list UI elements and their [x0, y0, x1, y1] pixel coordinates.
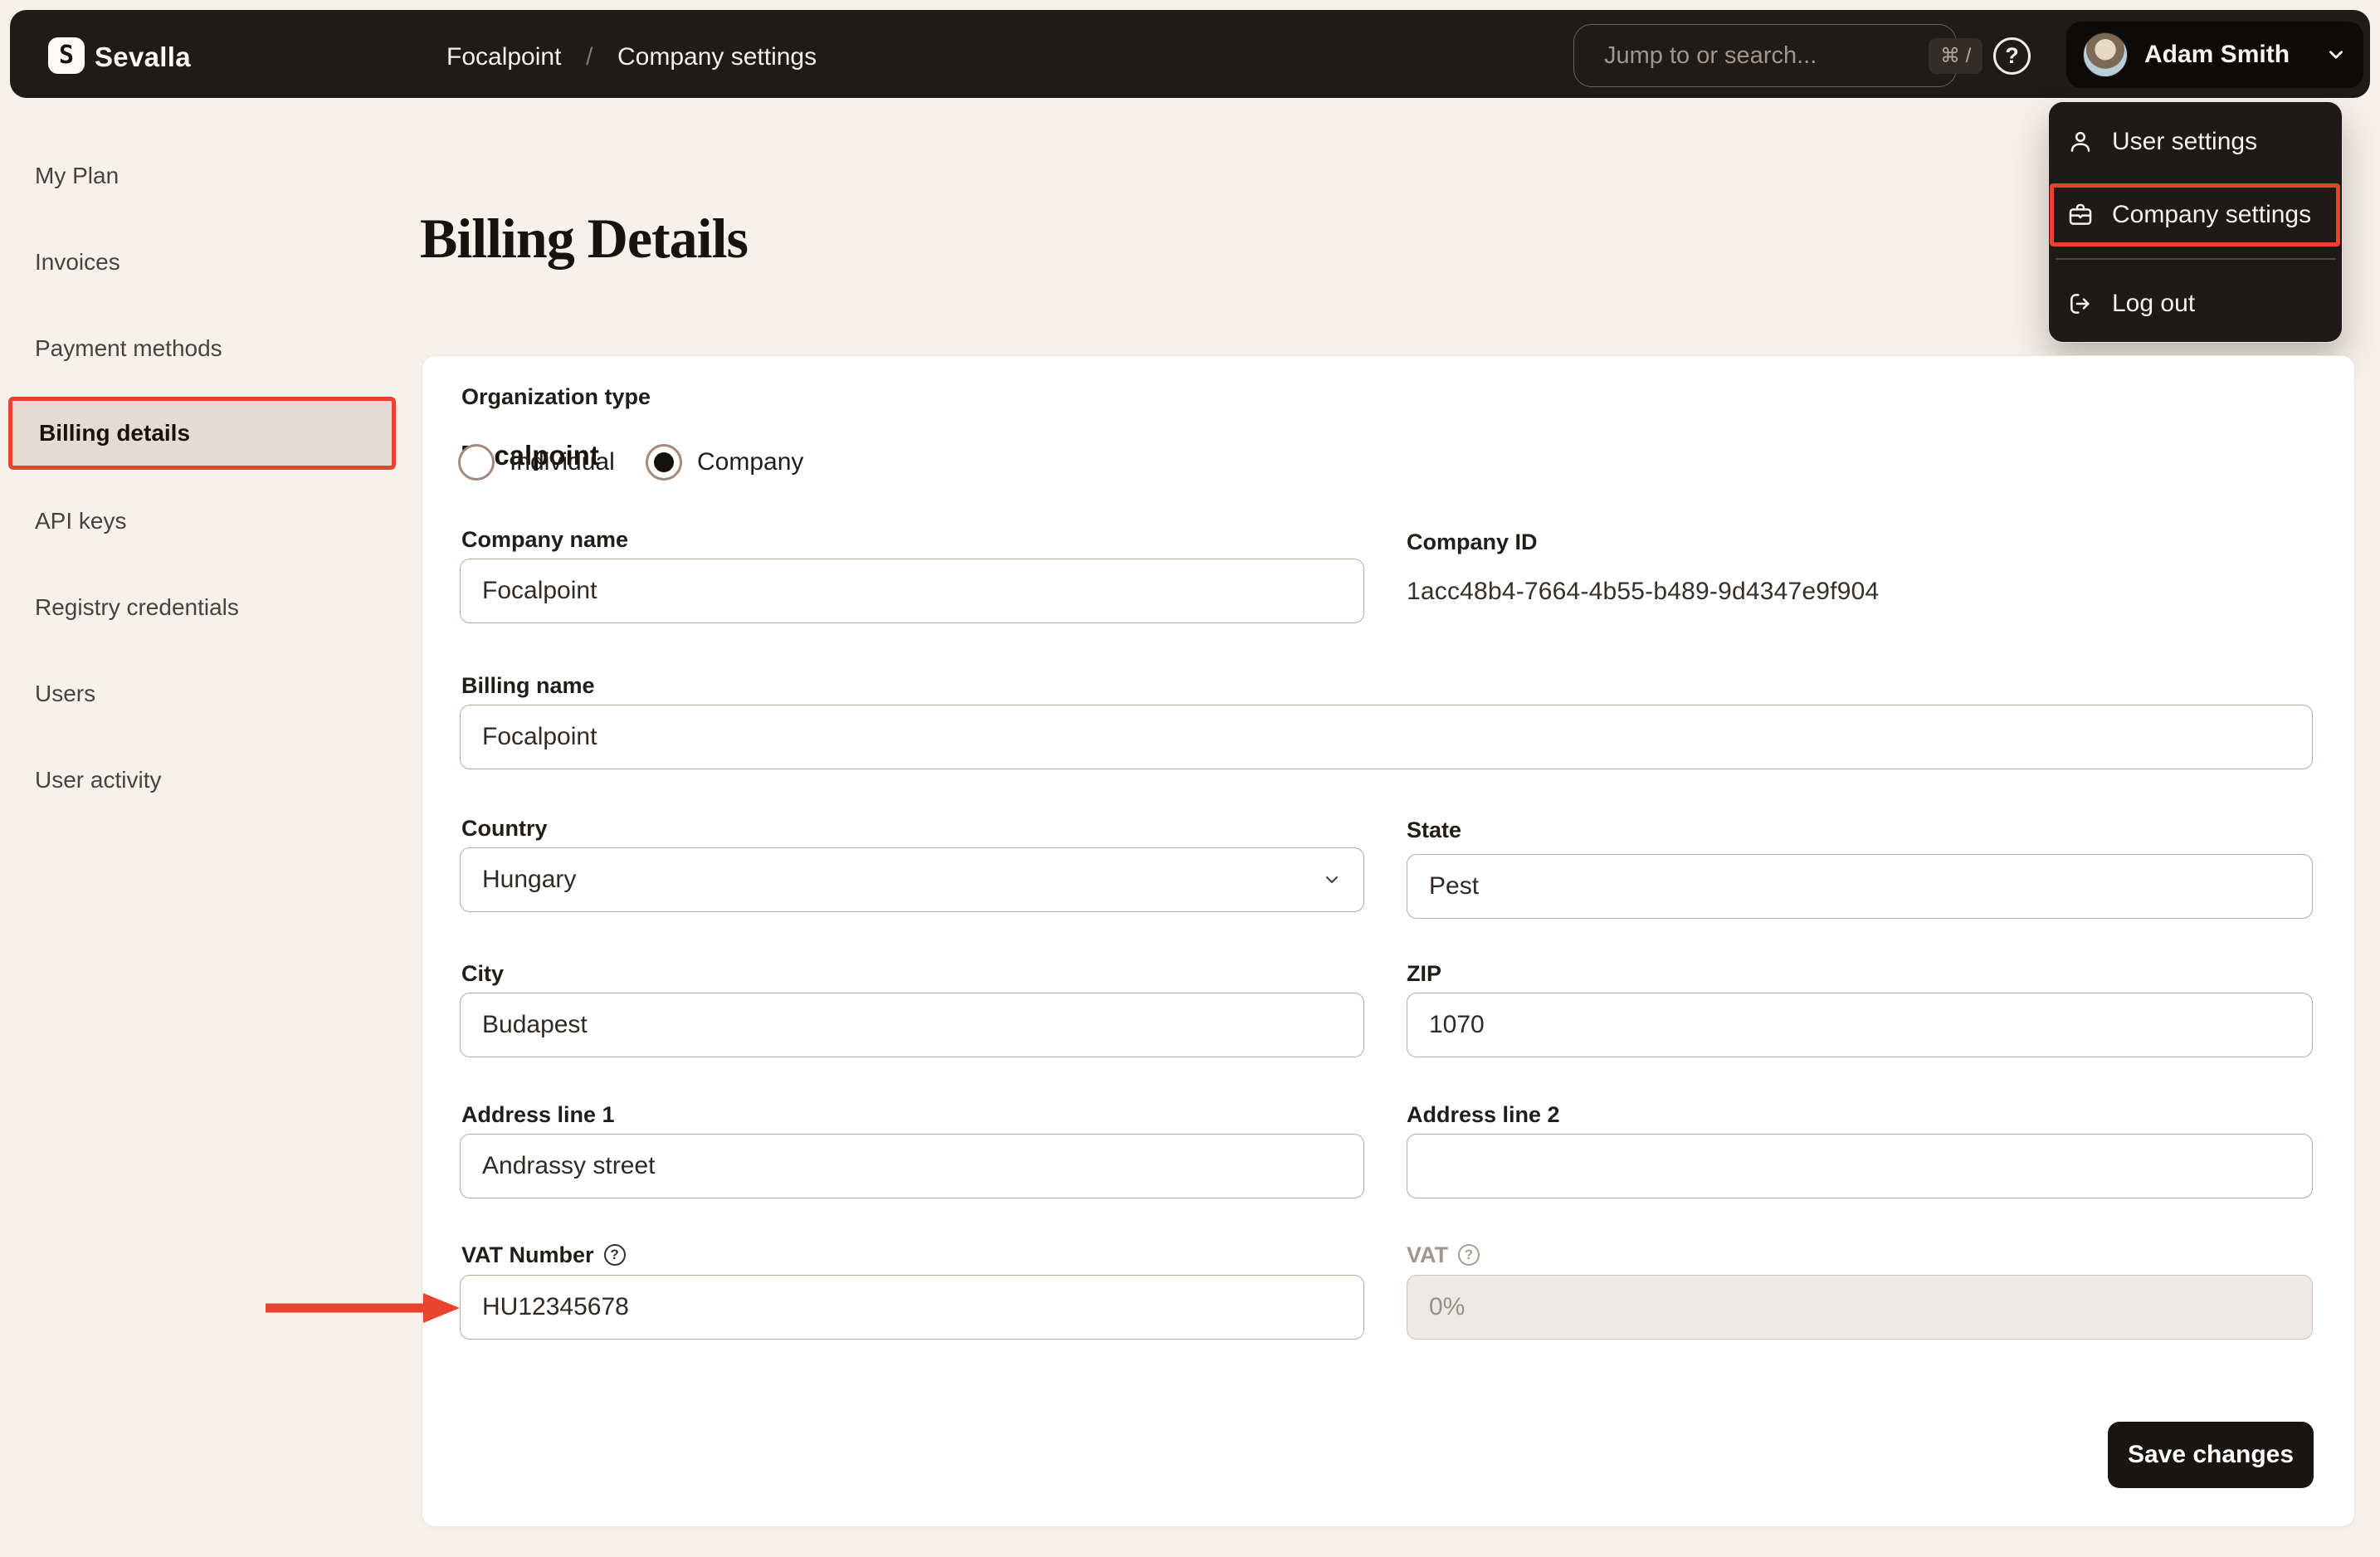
address-line-1-input[interactable]: [460, 1134, 1364, 1198]
help-glyph: ?: [2005, 43, 2019, 68]
global-search[interactable]: ⌘ /: [1573, 24, 1983, 87]
sidebar-item-label: Users: [35, 681, 96, 706]
vat-number-input[interactable]: [460, 1275, 1364, 1340]
zip-input[interactable]: [1407, 993, 2313, 1057]
save-changes-button[interactable]: Save changes: [2108, 1422, 2314, 1488]
menu-item-user-settings[interactable]: User settings: [2067, 122, 2324, 162]
country-label: Country: [461, 815, 548, 841]
billing-details-card: [422, 355, 2355, 1527]
sidebar-item-label: Billing details: [39, 420, 191, 446]
sidebar-item-label: Payment methods: [35, 335, 222, 361]
state-label: State: [1407, 817, 1462, 842]
vat-label-text: VAT: [1407, 1242, 1448, 1267]
country-selected-value: Hungary: [482, 866, 577, 893]
company-name-label: Company name: [461, 526, 629, 552]
menu-item-log-out[interactable]: Log out: [2067, 284, 2324, 324]
user-name: Adam Smith: [2144, 41, 2290, 68]
city-input[interactable]: [460, 993, 1364, 1057]
company-name-input[interactable]: [460, 559, 1364, 623]
help-button[interactable]: ?: [1993, 37, 2031, 75]
page-title: Billing Details: [420, 207, 749, 270]
top-bar: S Sevalla Focalpoint / Company settings …: [10, 10, 2370, 98]
sidebar-item-billing-details[interactable]: Billing details: [8, 397, 396, 470]
sidebar-item-label: Registry credentials: [35, 594, 239, 620]
radio-selected-dot: [654, 452, 674, 472]
sidebar-item-label: My Plan: [35, 163, 119, 188]
sidebar-item-invoices[interactable]: Invoices: [35, 244, 383, 281]
menu-item-label: User settings: [2112, 128, 2258, 155]
menu-divider: [2056, 258, 2336, 260]
company-id-label: Company ID: [1407, 529, 1538, 554]
radio-circle-individual[interactable]: [458, 444, 495, 481]
radio-circle-company[interactable]: [646, 444, 682, 481]
radio-company[interactable]: Company: [646, 444, 803, 481]
address-line-2-label: Address line 2: [1407, 1101, 1560, 1127]
breadcrumb-org[interactable]: Focalpoint: [446, 43, 561, 71]
vat-number-help-icon[interactable]: ?: [603, 1244, 626, 1266]
sidebar-item-label: API keys: [35, 508, 127, 534]
address-line-1-label: Address line 1: [461, 1101, 615, 1127]
radio-label: Company: [697, 448, 804, 476]
vat-number-label: VAT Number ?: [461, 1240, 626, 1270]
vat-help-icon[interactable]: ?: [1458, 1244, 1480, 1266]
logout-icon: [2070, 294, 2090, 314]
radio-label: Individual: [510, 448, 615, 476]
sidebar-item-user-activity[interactable]: User activity: [35, 762, 383, 798]
sidebar-item-registry-credentials[interactable]: Registry credentials: [35, 589, 383, 626]
search-shortcut-badge: ⌘ /: [1929, 37, 1983, 74]
sidebar-item-label: Invoices: [35, 249, 120, 275]
radio-individual[interactable]: Individual: [458, 444, 615, 481]
vat-number-label-text: VAT Number: [461, 1242, 594, 1267]
search-input[interactable]: [1604, 41, 1917, 70]
sevalla-logo[interactable]: S: [48, 37, 85, 74]
country-select[interactable]: Hungary: [460, 847, 1364, 912]
city-label: City: [461, 960, 505, 986]
breadcrumb-separator: /: [586, 43, 593, 71]
sidebar-item-label: User activity: [35, 767, 162, 793]
brand-name: Sevalla: [95, 41, 191, 72]
vat-input: [1407, 1275, 2313, 1340]
avatar: [2083, 32, 2128, 77]
sidebar-item-payment-methods[interactable]: Payment methods: [35, 330, 383, 367]
sidebar-item-api-keys[interactable]: API keys: [35, 503, 383, 539]
company-id-value: 1acc48b4-7664-4b55-b489-9d4347e9f904: [1407, 578, 1880, 605]
billing-name-input[interactable]: [460, 705, 2313, 769]
vat-label: VAT ?: [1407, 1240, 1480, 1270]
annotation-box-company-settings: [2050, 183, 2340, 246]
menu-item-label: Log out: [2112, 290, 2196, 317]
chevron-down-icon: [2329, 51, 2343, 59]
sidebar-item-my-plan[interactable]: My Plan: [35, 158, 383, 194]
zip-label: ZIP: [1407, 960, 1442, 986]
sevalla-logo-glyph: S: [58, 41, 75, 70]
select-chevron-icon: [1325, 876, 1339, 884]
annotation-arrow: [266, 1293, 460, 1323]
state-input[interactable]: [1407, 854, 2313, 919]
user-menu-trigger[interactable]: Adam Smith: [2066, 22, 2363, 88]
breadcrumb-page: Company settings: [617, 43, 817, 71]
organization-type-label: Organization type: [461, 383, 651, 409]
address-line-2-input[interactable]: [1407, 1134, 2313, 1198]
sidebar-item-users[interactable]: Users: [35, 676, 383, 712]
user-icon: [2070, 131, 2090, 152]
billing-name-label: Billing name: [461, 672, 595, 698]
